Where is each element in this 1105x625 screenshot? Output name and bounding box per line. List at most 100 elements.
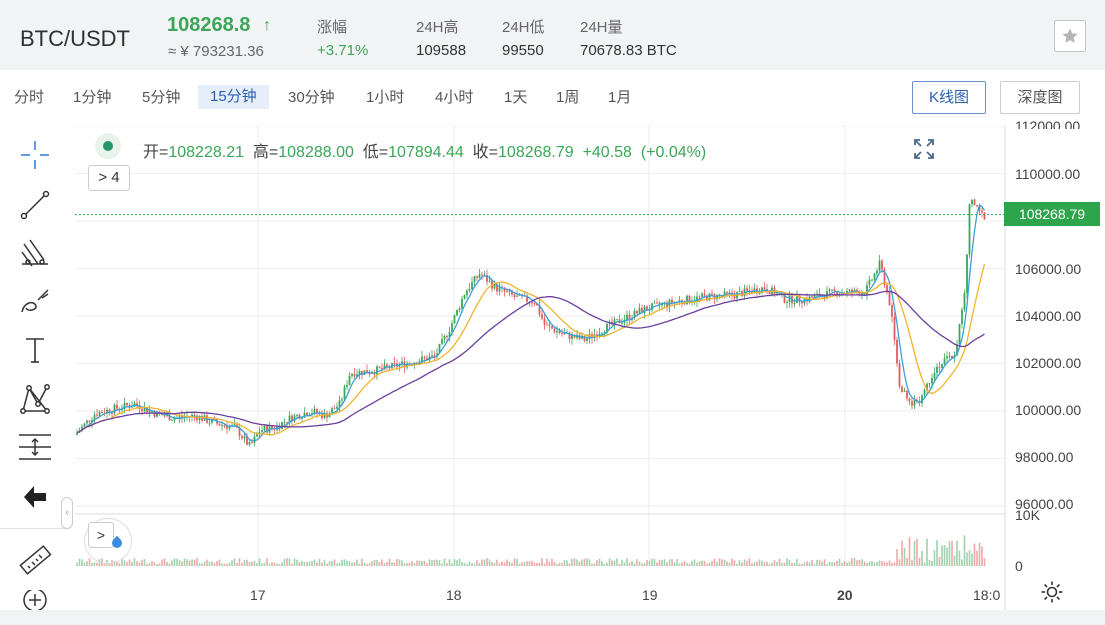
volume-bar <box>301 560 303 566</box>
stat-volume-label: 24H量 <box>580 19 623 36</box>
candle-body <box>923 389 926 396</box>
candle-body <box>946 356 948 359</box>
candle-body <box>941 363 943 368</box>
tf-1w[interactable]: 1周 <box>556 88 579 112</box>
candle-body <box>221 424 223 426</box>
volume-expand-button[interactable]: > <box>88 522 114 548</box>
candle-body <box>423 356 426 358</box>
back-tool[interactable] <box>16 478 54 516</box>
trend-line-icon <box>20 190 50 220</box>
measure-tool[interactable] <box>16 428 54 466</box>
main-indicator-toggle[interactable] <box>95 133 121 159</box>
settings-gear-icon[interactable] <box>1040 580 1064 604</box>
tf-30m[interactable]: 30分钟 <box>288 88 335 112</box>
volume-bar <box>581 559 583 566</box>
volume-bar <box>446 563 448 566</box>
volume-bar <box>471 563 473 566</box>
volume-bar <box>796 558 798 566</box>
volume-bar <box>226 563 228 566</box>
fullscreen-icon[interactable] <box>912 137 936 161</box>
volume-bar <box>391 562 393 566</box>
volume-bar <box>381 559 383 566</box>
volume-bar <box>513 558 516 566</box>
volume-bar <box>778 558 781 566</box>
favorite-button[interactable] <box>1054 20 1086 52</box>
candle-body <box>461 298 463 309</box>
volume-bar <box>666 562 668 566</box>
volume-bar <box>846 562 848 566</box>
volume-bar <box>751 563 753 566</box>
volume-bar <box>221 563 223 566</box>
volume-bar <box>768 563 771 566</box>
volume-bar <box>966 552 968 566</box>
kline-button[interactable]: K线图 <box>912 81 986 114</box>
volume-bar <box>291 563 293 566</box>
candle-body <box>911 401 913 406</box>
volume-bar <box>576 559 578 566</box>
candle-body <box>126 402 128 406</box>
pattern-tool[interactable] <box>16 380 54 418</box>
volume-bar <box>518 563 521 566</box>
volume-bar <box>856 560 858 566</box>
volume-bar <box>851 558 853 566</box>
volume-bar <box>941 545 943 566</box>
volume-bar <box>278 563 281 566</box>
zoom-in-tool[interactable] <box>16 590 54 610</box>
volume-bar <box>346 560 348 566</box>
volume-bar <box>868 561 871 566</box>
brush-tool[interactable] <box>16 282 54 320</box>
volume-bar <box>901 540 903 566</box>
indicator-expand-button[interactable]: > 4 <box>88 165 130 191</box>
trend-line-tool[interactable] <box>16 186 54 224</box>
volume-bar <box>373 559 376 566</box>
candle-body <box>453 315 456 324</box>
candle-body <box>353 373 356 377</box>
volume-bar <box>873 562 876 566</box>
volume-bar <box>566 560 568 566</box>
pair-name[interactable]: BTC/USDT <box>20 26 130 52</box>
volume-bar <box>408 563 411 566</box>
pattern-icon <box>20 384 50 414</box>
candlestick-chart[interactable] <box>75 126 1105 610</box>
open-label: 开= <box>143 144 169 161</box>
tf-4h[interactable]: 4小时 <box>435 88 473 112</box>
crosshair-tool[interactable] <box>16 136 54 174</box>
candle-body <box>471 282 473 289</box>
depth-button[interactable]: 深度图 <box>1000 81 1080 114</box>
volume-bar <box>738 560 741 566</box>
tf-timeshare[interactable]: 分时 <box>14 88 44 112</box>
candle-body <box>793 302 796 304</box>
volume-bar <box>658 559 661 566</box>
volume-bar <box>443 558 446 566</box>
volume-bar <box>871 560 873 566</box>
candle-body <box>906 390 908 399</box>
candle-body <box>908 398 911 402</box>
volume-bar <box>473 563 476 566</box>
volume-bar <box>288 558 291 566</box>
tf-1h[interactable]: 1小时 <box>366 88 404 112</box>
low-value: 107894.44 <box>388 144 464 161</box>
candle-body <box>331 408 333 414</box>
volume-bar <box>506 559 508 566</box>
text-icon <box>26 338 44 363</box>
volume-bar <box>123 560 126 566</box>
candle-body <box>248 442 251 445</box>
candle-body <box>296 414 298 416</box>
tf-1d[interactable]: 1天 <box>504 88 527 112</box>
candle-body <box>933 372 936 379</box>
volume-bar <box>306 562 308 566</box>
tf-15m[interactable]: 15分钟 <box>198 85 269 109</box>
tf-1m[interactable]: 1分钟 <box>73 88 111 112</box>
pitchfork-tool[interactable] <box>16 234 54 272</box>
volume-bar <box>876 562 878 566</box>
collapse-toolbar-button[interactable]: ‹ <box>61 497 73 529</box>
volume-bar <box>273 562 276 566</box>
volume-bar <box>578 561 581 566</box>
ruler-tool[interactable] <box>16 542 54 580</box>
volume-bar <box>803 562 806 566</box>
text-tool[interactable] <box>16 331 54 369</box>
candle-body <box>868 279 871 286</box>
tf-5m[interactable]: 5分钟 <box>142 88 180 112</box>
candle-body <box>563 333 566 335</box>
tf-1mo[interactable]: 1月 <box>608 88 631 112</box>
